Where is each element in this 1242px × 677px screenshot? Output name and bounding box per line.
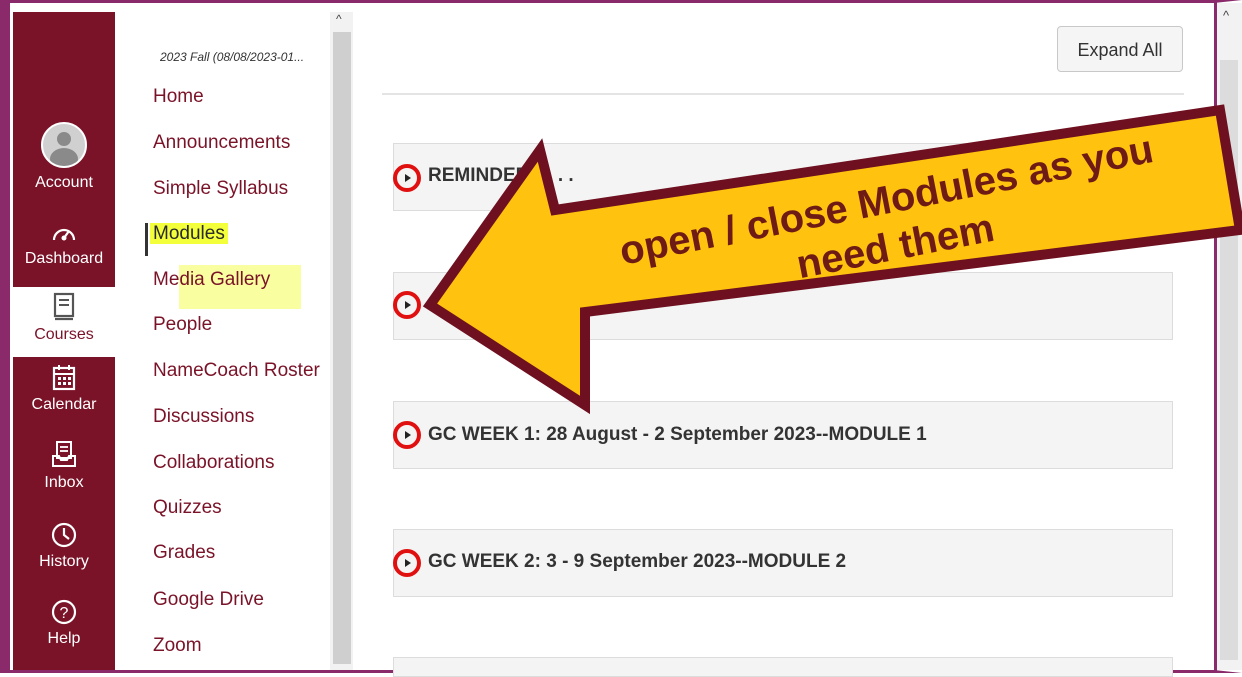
annotation-arrow: open / close Modules as you need them (422, 104, 1242, 415)
